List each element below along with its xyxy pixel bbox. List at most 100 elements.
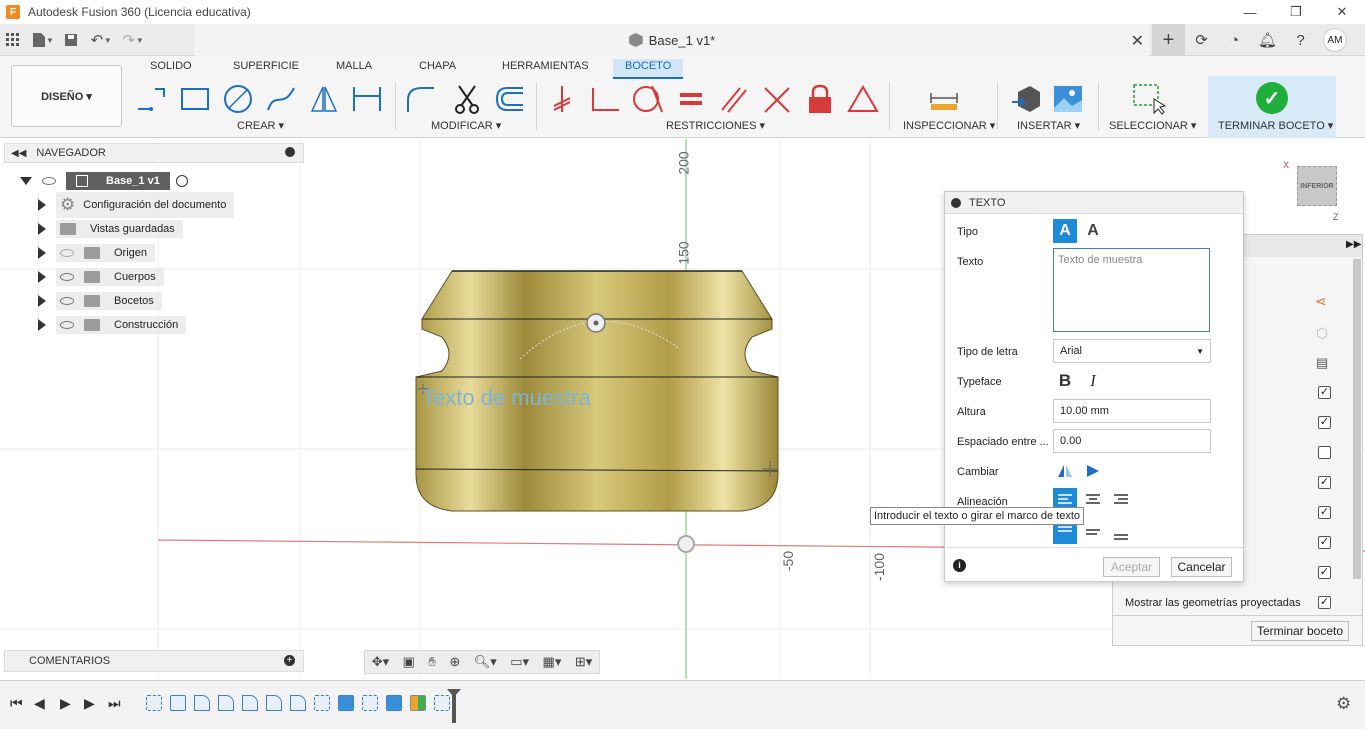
minimize-button[interactable]: — <box>1227 0 1273 24</box>
navigator-item-saved-views[interactable]: Vistas guardadas <box>38 219 183 239</box>
terminar-group-label[interactable]: TERMINAR BOCETO ▾ <box>1218 119 1333 132</box>
align-center-icon[interactable] <box>1081 488 1105 512</box>
tab-malla[interactable]: MALLA <box>324 59 384 79</box>
insert-image-icon[interactable] <box>1051 82 1085 116</box>
visibility-eye-icon[interactable] <box>60 297 74 305</box>
timeline-sketch-icon[interactable] <box>362 695 378 711</box>
midpoint-constraint-icon[interactable] <box>760 82 794 116</box>
palette-checkbox[interactable]: ✓ <box>1318 536 1331 549</box>
expand-icon[interactable] <box>38 271 46 283</box>
extensions-icon[interactable]: ⟳ <box>1185 24 1218 56</box>
navigator-item-document-settings[interactable]: ⚙ Configuración del documento <box>38 192 235 218</box>
modificar-group-label[interactable]: MODIFICAR ▾ <box>431 119 501 132</box>
timeline-fillet-icon[interactable] <box>218 695 234 711</box>
timeline-extrude-icon[interactable] <box>386 695 402 711</box>
timeline-fillet-icon[interactable] <box>242 695 258 711</box>
timeline-start-icon[interactable]: ⏮ <box>10 695 23 712</box>
crear-group-label[interactable]: CREAR ▾ <box>237 119 284 132</box>
grid-menu-icon[interactable] <box>0 27 26 53</box>
tangent-constraint-icon[interactable] <box>631 82 665 116</box>
text-on-path-button[interactable]: A <box>1081 219 1105 243</box>
navigator-item-construction[interactable]: Construcción <box>38 315 187 335</box>
text-type-button[interactable]: A <box>1053 219 1077 243</box>
view-cube[interactable]: INFERIOR <box>1297 166 1337 206</box>
pan-hand-icon[interactable]: ✋︎ <box>428 654 435 670</box>
close-tab-icon[interactable]: ✕ <box>1131 31 1144 51</box>
comments-panel[interactable]: COMENTARIOS + <box>4 650 304 672</box>
mirror-tool-icon[interactable] <box>307 82 341 116</box>
tab-solido[interactable]: SOLIDO <box>138 59 204 79</box>
palette-checkbox[interactable]: ✓ <box>1318 566 1331 579</box>
align-right-icon[interactable] <box>1109 488 1133 512</box>
parallel-constraint-icon[interactable] <box>717 82 751 116</box>
align-bottom-icon[interactable] <box>1109 522 1133 546</box>
help-icon[interactable]: ? <box>1284 24 1317 56</box>
font-select[interactable]: Arial ▼ <box>1053 339 1211 363</box>
expand-icon[interactable] <box>38 247 46 259</box>
timeline-fillet-icon[interactable] <box>194 695 210 711</box>
spline-tool-icon[interactable] <box>264 82 298 116</box>
display-settings-icon[interactable]: ▭▾ <box>510 654 529 670</box>
insert-mesh-icon[interactable] <box>1009 82 1043 116</box>
orbit-icon[interactable]: ✥▾ <box>372 654 389 670</box>
activate-component-icon[interactable] <box>175 175 188 187</box>
timeline-play-icon[interactable]: ▶ <box>60 695 71 712</box>
collapse-navigator-icon[interactable]: ◀◀ <box>11 148 26 159</box>
redo-caret-icon[interactable]: ▼ <box>136 36 144 45</box>
timeline-marker-head[interactable] <box>447 689 461 697</box>
timeline-sketch-icon[interactable] <box>314 695 330 711</box>
expand-icon[interactable] <box>38 295 46 307</box>
timeline-appearance-icon[interactable] <box>410 695 426 711</box>
navigator-root[interactable]: Base_1 v1 <box>20 171 188 191</box>
show-projected-geometry-checkbox[interactable]: ✓ <box>1318 596 1331 609</box>
seleccionar-group-label[interactable]: SELECCIONAR ▾ <box>1109 119 1196 132</box>
expand-icon[interactable] <box>38 319 46 331</box>
avatar[interactable]: AM <box>1323 28 1347 52</box>
timeline-revolve-icon[interactable] <box>170 695 186 711</box>
palette-scrollbar[interactable] <box>1353 259 1361 579</box>
notifications-icon[interactable]: 🔔︎ <box>1251 24 1284 56</box>
rectangle-tool-icon[interactable] <box>178 82 212 116</box>
palette-checkbox[interactable]: ✓ <box>1318 416 1331 429</box>
visibility-eye-icon[interactable] <box>60 321 74 329</box>
coincident-constraint-icon[interactable] <box>545 82 579 116</box>
timeline-end-icon[interactable]: ⏭ <box>108 695 121 712</box>
symmetry-triangle-icon[interactable] <box>846 82 880 116</box>
dimension-tool-icon[interactable] <box>350 82 384 116</box>
navigator-item-origin[interactable]: Origen <box>38 243 156 263</box>
document-tab[interactable]: Base_1 v1* ✕ <box>194 24 1150 56</box>
navigator-item-sketches[interactable]: Bocetos <box>38 291 162 311</box>
expand-root-icon[interactable] <box>20 177 32 185</box>
fix-lock-icon[interactable] <box>803 82 837 116</box>
fillet-tool-icon[interactable] <box>403 82 437 116</box>
collapse-dialog-icon[interactable] <box>951 197 961 208</box>
spacing-input[interactable]: 0.00 <box>1053 429 1211 453</box>
expand-icon[interactable] <box>38 223 46 235</box>
tab-herramientas[interactable]: HERRAMIENTAS <box>490 59 601 79</box>
line-tool-icon[interactable] <box>134 82 168 116</box>
insertar-group-label[interactable]: INSERTAR ▾ <box>1017 119 1080 132</box>
hidden-eye-icon[interactable] <box>60 249 74 257</box>
navigator-header[interactable]: ◀◀ NAVEGADOR <box>4 143 304 163</box>
finish-check-icon[interactable]: ✓ <box>1256 82 1288 114</box>
navigator-item-bodies[interactable]: Cuerpos <box>38 267 164 287</box>
navigator-minimize-icon[interactable] <box>285 147 295 157</box>
flip-horizontal-icon[interactable] <box>1081 459 1105 483</box>
timeline-fillet-icon[interactable] <box>290 695 306 711</box>
sketch-text-preview[interactable]: Texto de muestra <box>422 385 591 411</box>
tab-boceto[interactable]: BOCETO <box>613 59 684 79</box>
timeline-sketch-icon[interactable] <box>434 695 450 711</box>
expand-palette-icon[interactable]: ▶▶ <box>1346 239 1361 250</box>
trim-scissors-icon[interactable] <box>450 82 484 116</box>
flip-vertical-icon[interactable] <box>1053 459 1077 483</box>
timeline-previous-icon[interactable]: ◀︎ <box>34 695 45 712</box>
text-input[interactable]: Texto de muestra <box>1053 248 1210 332</box>
palette-checkbox[interactable]: ✓ <box>1318 476 1331 489</box>
offset-tool-icon[interactable] <box>492 82 526 116</box>
palette-checkbox[interactable]: ✓ <box>1318 386 1331 399</box>
measure-ruler-icon[interactable] <box>927 82 961 116</box>
visibility-eye-icon[interactable] <box>42 177 56 185</box>
tab-superficie[interactable]: SUPERFICIE <box>221 59 311 79</box>
timeline-sketch-icon[interactable] <box>146 695 162 711</box>
save-icon[interactable] <box>58 27 84 53</box>
